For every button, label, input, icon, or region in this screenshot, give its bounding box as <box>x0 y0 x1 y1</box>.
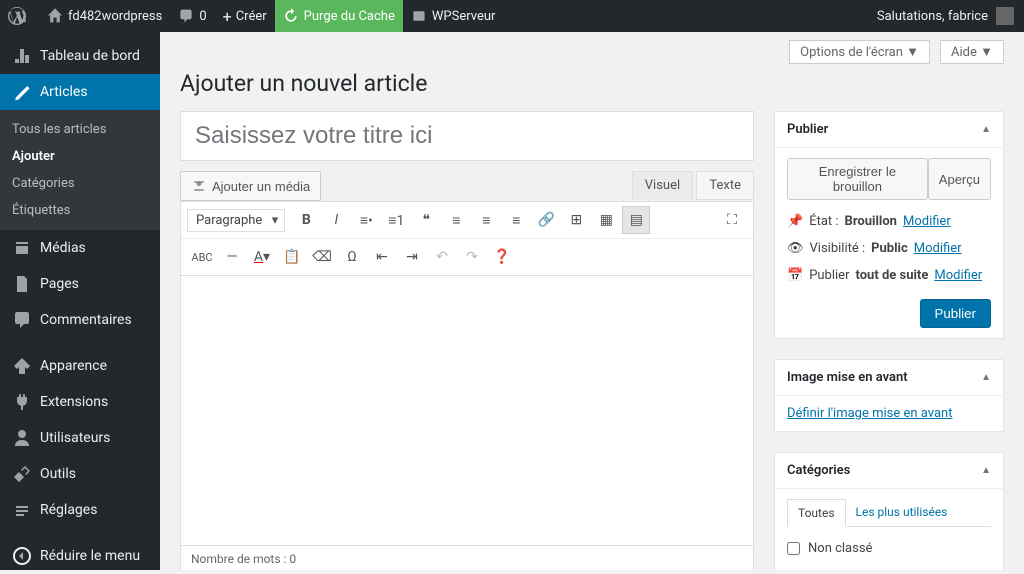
categories-metabox: Catégories ▲ Toutes Les plus utilisées No… <box>774 452 1004 570</box>
submenu-all-articles[interactable]: Tous les articles <box>0 116 160 143</box>
align-left-button[interactable]: ≡ <box>442 206 470 234</box>
comments-link[interactable]: 0 <box>170 0 214 32</box>
quote-button[interactable]: ❝ <box>412 206 440 234</box>
editor-toolbar: Paragraphe B I ≡• ≡1 ❝ ≡ ≡ ≡ 🔗 ⊞ ▦ ▤ ⛶ <box>180 201 754 276</box>
kitchen-sink-button[interactable]: ▤ <box>622 206 650 234</box>
help-button[interactable]: Aide ▼ <box>940 40 1004 64</box>
purge-label: Purge du Cache <box>304 9 395 24</box>
menu-pages[interactable]: Pages <box>0 266 160 302</box>
cat-tab-all[interactable]: Toutes <box>787 499 846 527</box>
align-center-button[interactable]: ≡ <box>472 206 500 234</box>
eye-icon: 👁 <box>787 241 804 256</box>
set-featured-image-link[interactable]: Définir l'image mise en avant <box>787 406 952 421</box>
special-char-button[interactable]: Ω <box>338 243 366 271</box>
text-color-button[interactable]: A ▾ <box>248 243 276 271</box>
paste-button[interactable]: 📋 <box>278 243 306 271</box>
collapse-icon[interactable]: ▲ <box>981 372 991 383</box>
post-title-input[interactable] <box>180 111 754 161</box>
edit-schedule-link[interactable]: Modifier <box>934 268 982 283</box>
strike-button[interactable]: ABC <box>188 243 216 271</box>
greeting-text[interactable]: Salutations, fabrice <box>877 9 988 24</box>
collapse-icon[interactable]: ▲ <box>981 465 991 476</box>
pin-icon: 📌 <box>787 214 803 229</box>
menu-settings[interactable]: Réglages <box>0 492 160 528</box>
add-media-button[interactable]: Ajouter un média <box>180 171 321 201</box>
toolbar-toggle-button[interactable]: ▦ <box>592 206 620 234</box>
featured-heading: Image mise en avant <box>787 370 908 385</box>
link-button[interactable]: 🔗 <box>532 206 560 234</box>
word-count: Nombre de mots : 0 <box>180 546 754 570</box>
categories-heading: Catégories <box>787 463 850 478</box>
wpserveur-link[interactable]: WPServeur <box>403 0 504 32</box>
collapse-icon[interactable]: ▲ <box>981 124 991 135</box>
format-select[interactable]: Paragraphe <box>187 209 285 232</box>
admin-sidebar: Tableau de bord Articles Tous les articl… <box>0 32 160 570</box>
tab-text[interactable]: Texte <box>696 171 754 200</box>
avatar[interactable] <box>996 7 1014 25</box>
purge-cache-button[interactable]: Purge du Cache <box>275 0 403 32</box>
submenu-categories[interactable]: Catégories <box>0 170 160 197</box>
undo-button[interactable]: ↶ <box>428 243 456 271</box>
menu-media[interactable]: Médias <box>0 230 160 266</box>
publish-button[interactable]: Publier <box>920 299 992 328</box>
save-draft-button[interactable]: Enregistrer le brouillon <box>787 158 928 200</box>
create-label: Créer <box>236 9 267 24</box>
category-checkbox[interactable] <box>787 542 800 555</box>
redo-button[interactable]: ↷ <box>458 243 486 271</box>
align-right-button[interactable]: ≡ <box>502 206 530 234</box>
edit-status-link[interactable]: Modifier <box>903 214 951 229</box>
publish-metabox: Publier ▲ Enregistrer le brouillon Aperçu… <box>774 111 1004 339</box>
edit-visibility-link[interactable]: Modifier <box>914 241 962 256</box>
menu-appearance[interactable]: Apparence <box>0 348 160 384</box>
bullet-list-button[interactable]: ≡• <box>352 206 380 234</box>
site-home-link[interactable]: fd482wordpress <box>39 0 170 32</box>
editor-content[interactable] <box>180 276 754 546</box>
italic-button[interactable]: I <box>322 206 350 234</box>
menu-users[interactable]: Utilisateurs <box>0 420 160 456</box>
bold-button[interactable]: B <box>292 206 320 234</box>
outdent-button[interactable]: ⇤ <box>368 243 396 271</box>
submenu-tags[interactable]: Étiquettes <box>0 197 160 224</box>
menu-dashboard[interactable]: Tableau de bord <box>0 38 160 74</box>
admin-toolbar: fd482wordpress 0 +Créer Purge du Cache W… <box>0 0 1024 32</box>
category-item[interactable]: Non classé <box>787 537 991 560</box>
publish-heading: Publier <box>787 122 828 137</box>
wp-logo[interactable] <box>0 0 39 32</box>
featured-image-metabox: Image mise en avant ▲ Définir l'image mis… <box>774 359 1004 432</box>
clear-format-button[interactable]: ⌫ <box>308 243 336 271</box>
menu-comments[interactable]: Commentaires <box>0 302 160 338</box>
tab-visual[interactable]: Visuel <box>632 171 693 200</box>
menu-tools[interactable]: Outils <box>0 456 160 492</box>
preview-button[interactable]: Aperçu <box>928 158 991 200</box>
comment-count: 0 <box>199 9 206 24</box>
submenu-add[interactable]: Ajouter <box>0 143 160 170</box>
menu-collapse[interactable]: Réduire le menu <box>0 538 160 574</box>
hr-button[interactable]: — <box>218 243 246 271</box>
fullscreen-button[interactable]: ⛶ <box>718 206 746 234</box>
new-content-link[interactable]: +Créer <box>215 0 275 32</box>
help-icon-button[interactable]: ❓ <box>488 243 516 271</box>
number-list-button[interactable]: ≡1 <box>382 206 410 234</box>
wpserveur-label: WPServeur <box>432 9 496 24</box>
menu-extensions[interactable]: Extensions <box>0 384 160 420</box>
more-button[interactable]: ⊞ <box>562 206 590 234</box>
indent-button[interactable]: ⇥ <box>398 243 426 271</box>
page-title: Ajouter un nouvel article <box>180 70 1004 97</box>
screen-options-button[interactable]: Options de l'écran ▼ <box>789 40 930 64</box>
menu-articles[interactable]: Articles <box>0 74 160 110</box>
calendar-icon: 📅 <box>787 268 803 283</box>
site-name: fd482wordpress <box>68 9 162 24</box>
cat-tab-popular[interactable]: Les plus utilisées <box>846 499 958 526</box>
